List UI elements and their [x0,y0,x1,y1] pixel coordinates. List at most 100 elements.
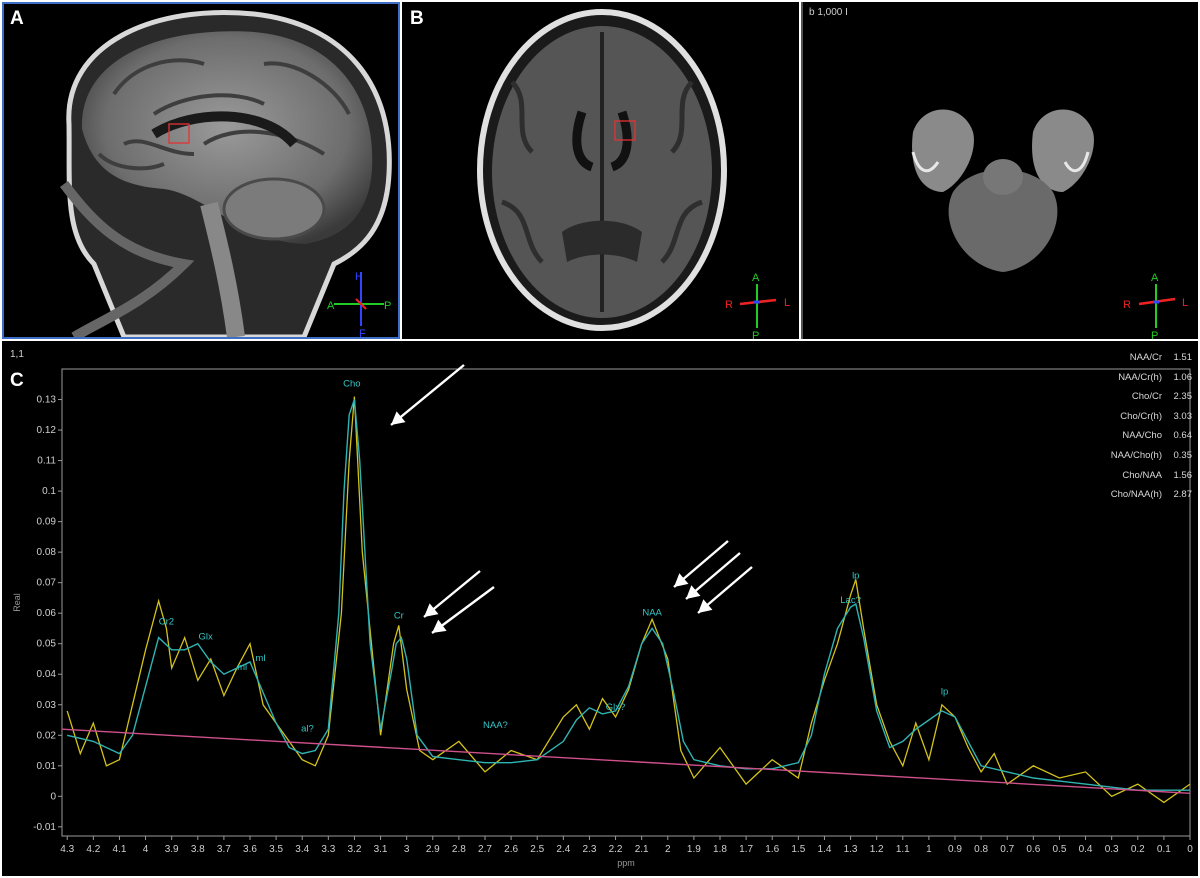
peak-label: ml [237,662,247,673]
orient-dwi-left: R [1123,299,1131,311]
orient-dwi-right: L [1182,297,1188,309]
x-tick-label: 3 [404,844,410,855]
x-tick-label: 2.5 [530,844,544,855]
x-tick-label: 0.2 [1131,844,1145,855]
ratio-value: 1.51 [1173,352,1193,363]
y-tick-label: 0.03 [37,700,57,711]
x-tick-label: 2.8 [452,844,466,855]
orient-a-right: P [384,300,391,312]
orient-b-top: A [752,272,760,284]
x-tick-label: 2.9 [426,844,440,855]
peak-label: NAA [642,607,662,618]
x-tick-label: 1.2 [870,844,884,855]
panel-a-label: A [10,8,24,29]
x-tick-label: 1.6 [765,844,779,855]
ratio-value: 3.03 [1173,410,1193,422]
x-tick-label: 1.5 [791,844,805,855]
x-tick-label: 2.6 [504,844,518,855]
x-tick-label: 1.1 [896,844,910,855]
orient-dwi-bottom: P [1151,330,1158,339]
orient-a-bottom: F [359,328,366,337]
orient-b-right: L [784,297,790,309]
series-line [66,396,1191,804]
panel-c-index: 1,1 [10,349,24,360]
y-tick-label: -0.01 [33,822,56,833]
panel-dwi-image[interactable]: b 1,000 I A P R L [801,2,1198,339]
ratio-name: Cho/NAA(h) [1110,489,1162,501]
ratio-name: Cho/NAA [1122,469,1162,481]
ratio-row: Cho/NAA 1.56 [1111,466,1192,486]
x-tick-label: 3.6 [243,844,257,855]
x-tick-label: 0.9 [948,844,962,855]
y-tick-label: 0 [50,791,56,802]
x-tick-label: 1.9 [687,844,701,855]
x-tick-label: 1.3 [844,844,858,855]
sagittal-brain-image: H F A P [60,10,392,337]
panel-c-spectrum[interactable]: -0.01 0 0.01 0.02 0.03 0.04 0.05 0.06 0.07 0.08 0.… [2,341,1198,876]
orient-dwi-top: A [1151,272,1159,284]
y-tick-label: 0.01 [37,761,57,772]
x-tick-label: 0.1 [1157,844,1171,855]
ratio-name: NAA/Cr [1129,352,1162,363]
series-line [67,399,1190,791]
x-tick-label: 2.3 [582,844,596,855]
ratio-value: 0.64 [1173,430,1193,442]
x-tick-label: 2.7 [478,844,492,855]
y-tick-label: 0.02 [37,730,57,741]
annotation-arrowhead [432,619,447,633]
x-tick-label: 1.4 [817,844,831,855]
ratio-row: NAA/Cho(h) 0.35 [1111,446,1192,466]
orientation-marker-b: A P R L [725,272,790,339]
y-tick-label: 0.08 [37,547,57,558]
orientation-marker-a: H F A P [327,271,391,337]
y-tick-label: 0.04 [37,669,57,680]
y-tick-label: 0.1 [42,486,56,497]
y-tick-label: 0.13 [37,395,57,406]
x-tick-label: 0.7 [1000,844,1014,855]
peak-label: ml [255,653,265,664]
y-tick-label: 0.11 [37,456,56,467]
x-tick-label: 3.4 [295,844,309,855]
x-tick-label: 4.2 [86,844,100,855]
peak-label: Cho [343,378,360,389]
y-tick-label: 0.05 [37,639,57,650]
dwi-brain-image: b 1,000 I A P R L [809,7,1188,339]
ratio-name: NAA/Cr(h) [1118,371,1162,383]
peak-label: al? [301,723,314,734]
ratio-value: 2.35 [1173,391,1193,403]
x-tick-label: 3.3 [321,844,335,855]
x-tick-label: 0.8 [974,844,988,855]
ratio-value: 0.35 [1173,449,1193,461]
dwi-header: b 1,000 I [809,7,848,18]
panel-c-label: C [10,370,24,391]
y-tick-label: 0.09 [37,517,57,528]
y-tick-label: 0.06 [37,608,57,619]
x-tick-label: 0.5 [1052,844,1066,855]
x-tick-label: 3.8 [191,844,205,855]
panel-a-sagittal-image[interactable]: H F A P [2,2,400,339]
ratio-name: Cho/Cr(h) [1120,410,1162,422]
peak-label: NAA? [483,720,508,731]
y-axis-label: Real [12,593,22,612]
x-tick-label: 4.1 [112,844,126,855]
x-tick-label: 2 [665,844,671,855]
y-tick-label: 0.12 [37,425,57,436]
ratio-row: NAA/Cho 0.64 [1111,426,1192,446]
plot-frame [61,368,1191,837]
peak-label: lp [941,687,948,698]
peak-label: Lac? [840,595,861,606]
peak-label: Glx [198,632,213,643]
x-tick-label: 4.3 [60,844,74,855]
ratio-value: 2.87 [1173,489,1193,501]
panel-b-label: B [410,8,424,29]
x-tick-label: 0.3 [1105,844,1119,855]
ratio-value: 1.56 [1173,469,1193,481]
orient-a-left: A [327,300,335,312]
orient-a-top: H [355,271,363,283]
peak-label: Glx? [606,702,626,713]
orient-b-bottom: P [752,330,759,339]
ratio-row: NAA/Cr 1.51 [1111,348,1192,368]
x-tick-label: 0.4 [1079,844,1093,855]
ratio-row: NAA/Cr(h) 1.06 [1111,368,1192,388]
panel-b-axial-image[interactable]: A P R L [402,2,799,339]
